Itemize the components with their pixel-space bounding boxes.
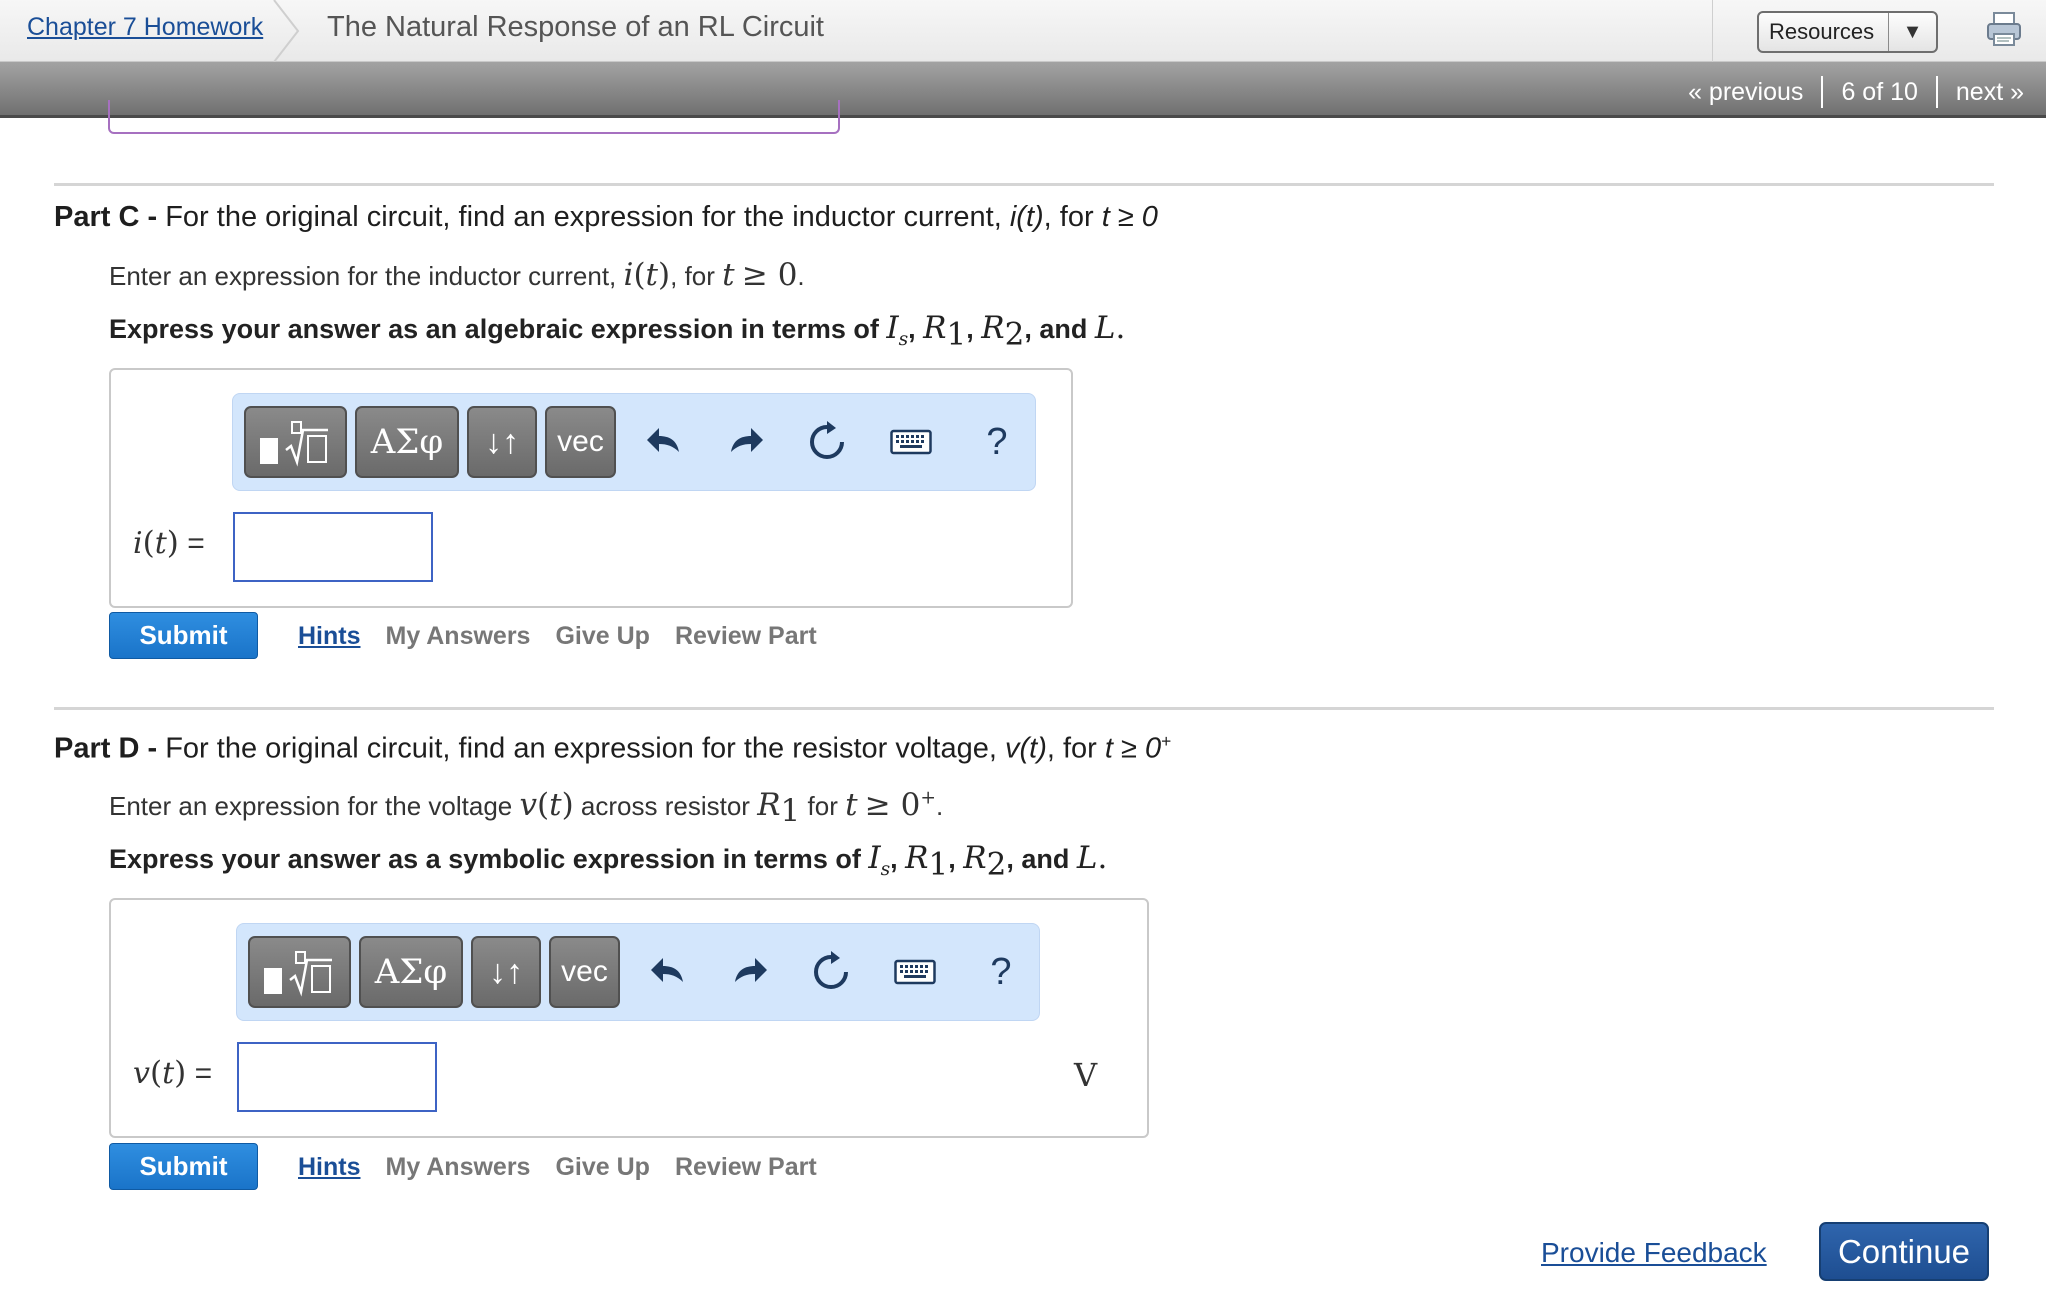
resources-dropdown[interactable]: Resources ▼	[1757, 11, 1938, 53]
part-c-give-up-link[interactable]: Give Up	[555, 622, 649, 651]
part-c-answer-label: i(t) =	[133, 525, 205, 561]
part-divider	[54, 707, 1994, 710]
part-c-instruction-for: , for	[670, 261, 715, 291]
part-d-equals: =	[194, 1057, 213, 1090]
part-d-heading-var: v(t)	[1005, 732, 1047, 765]
part-c-express-text: Express your answer as an algebraic expr…	[109, 314, 879, 344]
part-d-instruction-text: Enter an expression for the voltage	[109, 791, 513, 821]
header-divider	[1712, 0, 1713, 62]
part-d-give-up-link[interactable]: Give Up	[555, 1153, 649, 1182]
keyboard-icon[interactable]	[887, 418, 935, 466]
part-d-answer-label: v(t) =	[133, 1055, 213, 1091]
part-d-instruction-for: for	[807, 791, 838, 821]
undo-icon[interactable]	[645, 948, 693, 996]
part-d-heading: Part D - For the original circuit, find …	[54, 731, 1171, 766]
part-c-hints-link[interactable]: Hints	[298, 622, 361, 651]
help-button[interactable]: ?	[977, 948, 1025, 996]
breadcrumb-chevron-icon	[273, 0, 300, 62]
redo-icon[interactable]	[721, 418, 769, 466]
part-c-heading-for: , for	[1043, 201, 1094, 233]
breadcrumb-assignment-link[interactable]: Chapter 7 Homework	[27, 13, 263, 42]
pagination: « previous 6 of 10 next »	[1688, 76, 2024, 108]
nav-divider	[1935, 76, 1938, 108]
part-c-instruction: Enter an expression for the inductor cur…	[109, 257, 805, 293]
part-c-equals: =	[187, 527, 205, 560]
continue-button[interactable]: Continue	[1819, 1222, 1989, 1281]
part-d-instruction: Enter an expression for the voltage v(t)…	[109, 787, 944, 830]
page-position: 6 of 10	[1841, 77, 1918, 106]
part-d-my-answers-link[interactable]: My Answers	[386, 1153, 531, 1182]
part-c-answer-box: ΑΣφ ↓↑ vec ? i(t) =	[109, 368, 1073, 608]
reset-icon[interactable]	[803, 418, 851, 466]
part-c-heading: Part C - For the original circuit, find …	[54, 201, 1158, 234]
page-title: The Natural Response of an RL Circuit	[327, 11, 824, 43]
templates-button[interactable]	[244, 406, 347, 478]
templates-icon	[259, 421, 328, 467]
part-d-answer-box: ΑΣφ ↓↑ vec ? v(t) = V	[109, 898, 1149, 1138]
part-d-heading-text: For the original circuit, find an expres…	[165, 732, 997, 765]
templates-icon	[263, 951, 332, 997]
part-d-unit: V	[1074, 1056, 1098, 1094]
part-c-my-answers-link[interactable]: My Answers	[386, 622, 531, 651]
part-d-express: Express your answer as a symbolic expres…	[109, 840, 1108, 883]
part-c-review-part-link[interactable]: Review Part	[675, 622, 817, 651]
part-d-express-and: , and	[1006, 844, 1070, 874]
printer-icon[interactable]	[1985, 10, 2023, 48]
math-toolbar: ΑΣφ ↓↑ vec ?	[232, 393, 1036, 491]
part-c-submit-button[interactable]: Submit	[109, 612, 258, 659]
math-toolbar: ΑΣφ ↓↑ vec ?	[236, 923, 1040, 1021]
part-d-heading-cond: t ≥ 0	[1104, 732, 1162, 765]
vector-button[interactable]: vec	[549, 936, 620, 1008]
redo-icon[interactable]	[725, 948, 773, 996]
part-d-action-links: Hints My Answers Give Up Review Part	[298, 1153, 842, 1182]
part-c-answer-input[interactable]	[233, 512, 433, 582]
reset-icon[interactable]	[807, 948, 855, 996]
part-c-instruction-end: .	[797, 261, 805, 291]
part-d-review-part-link[interactable]: Review Part	[675, 1153, 817, 1182]
greek-symbols-button[interactable]: ΑΣφ	[359, 936, 463, 1008]
part-divider	[54, 183, 1994, 186]
previous-part-answer-box	[108, 100, 840, 134]
part-d-express-text: Express your answer as a symbolic expres…	[109, 844, 861, 874]
part-d-label: Part D -	[54, 732, 158, 765]
previous-link[interactable]: « previous	[1688, 78, 1803, 107]
keyboard-icon[interactable]	[891, 948, 939, 996]
undo-icon[interactable]	[641, 418, 689, 466]
next-link[interactable]: next »	[1956, 78, 2024, 107]
part-c-heading-var: i(t)	[1009, 201, 1044, 233]
part-c-instruction-text: Enter an expression for the inductor cur…	[109, 261, 617, 291]
provide-feedback-link[interactable]: Provide Feedback	[1541, 1237, 1767, 1269]
part-d-submit-button[interactable]: Submit	[109, 1143, 258, 1190]
part-c-label: Part C -	[54, 201, 158, 233]
caret-down-icon: ▼	[1888, 13, 1936, 51]
part-d-hints-link[interactable]: Hints	[298, 1153, 361, 1182]
part-c-action-links: Hints My Answers Give Up Review Part	[298, 622, 842, 651]
subscript-superscript-button[interactable]: ↓↑	[467, 406, 537, 478]
part-d-heading-sup: +	[1161, 731, 1172, 751]
part-d-instruction-mid: across resistor	[580, 791, 750, 821]
help-button[interactable]: ?	[973, 418, 1021, 466]
subscript-superscript-button[interactable]: ↓↑	[471, 936, 541, 1008]
nav-divider	[1821, 76, 1824, 108]
part-d-answer-input[interactable]	[237, 1042, 437, 1112]
greek-symbols-button[interactable]: ΑΣφ	[355, 406, 459, 478]
part-c-heading-cond: t ≥ 0	[1101, 201, 1158, 233]
part-d-instruction-end: .	[935, 791, 944, 821]
templates-button[interactable]	[248, 936, 351, 1008]
top-bar: Chapter 7 Homework The Natural Response …	[0, 0, 2046, 62]
part-c-express-and: , and	[1024, 314, 1088, 344]
part-c-heading-text: For the original circuit, find an expres…	[165, 201, 1002, 233]
vector-button[interactable]: vec	[545, 406, 616, 478]
resources-label: Resources	[1769, 19, 1875, 44]
part-c-instruction-var: i	[623, 257, 634, 293]
part-c-express: Express your answer as an algebraic expr…	[109, 310, 1126, 353]
part-d-heading-for: , for	[1046, 732, 1097, 765]
